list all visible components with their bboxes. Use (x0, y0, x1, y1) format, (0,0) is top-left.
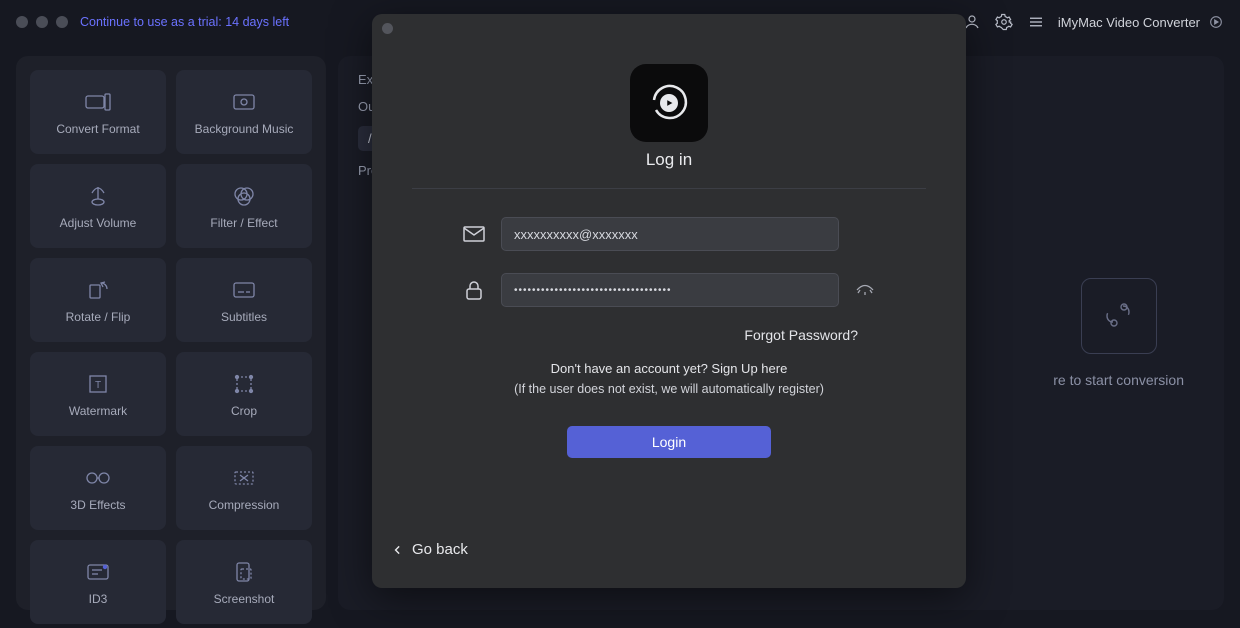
tile-subtitles[interactable]: Subtitles (176, 258, 312, 342)
minimize-window-button[interactable] (36, 16, 48, 28)
drop-hint-text: re to start conversion (1053, 372, 1184, 388)
modal-close-button[interactable] (382, 23, 393, 34)
auto-register-note: (If the user does not exist, we will aut… (514, 382, 824, 396)
app-logo-icon (630, 64, 708, 142)
lock-icon (463, 279, 485, 301)
rotate-flip-icon (84, 276, 112, 304)
tile-label: Convert Format (56, 122, 139, 136)
trial-status-link[interactable]: Continue to use as a trial: 14 days left (80, 15, 289, 29)
drop-media-icon (1081, 278, 1157, 354)
tile-label: 3D Effects (70, 498, 125, 512)
tile-label: Watermark (69, 404, 127, 418)
tile-label: Background Music (195, 122, 294, 136)
tile-label: Subtitles (221, 310, 267, 324)
go-back-button[interactable]: Go back (392, 541, 468, 558)
convert-format-icon (84, 88, 112, 116)
crop-icon (230, 370, 258, 398)
tile-label: Rotate / Flip (66, 310, 131, 324)
modal-titlebar (372, 14, 966, 42)
divider (412, 188, 926, 189)
tile-convert-format[interactable]: Convert Format (30, 70, 166, 154)
close-window-button[interactable] (16, 16, 28, 28)
tile-label: Crop (231, 404, 257, 418)
email-icon (463, 223, 485, 245)
screenshot-icon (230, 558, 258, 586)
filter-effect-icon (230, 182, 258, 210)
3d-effects-icon (84, 464, 112, 492)
tile-crop[interactable]: Crop (176, 352, 312, 436)
tile-screenshot[interactable]: Screenshot (176, 540, 312, 624)
settings-icon[interactable] (994, 12, 1014, 32)
password-field[interactable] (501, 273, 839, 307)
tile-id3[interactable]: ID3 (30, 540, 166, 624)
login-modal: Log in Forgot Password? Don't have an ac… (372, 14, 966, 588)
maximize-window-button[interactable] (56, 16, 68, 28)
adjust-volume-icon (84, 182, 112, 210)
app-logo-icon (1208, 14, 1224, 30)
app-name: iMyMac Video Converter (1058, 15, 1200, 30)
tile-3d-effects[interactable]: 3D Effects (30, 446, 166, 530)
forgot-password-link[interactable]: Forgot Password? (744, 327, 858, 343)
tile-watermark[interactable]: T Watermark (30, 352, 166, 436)
toggle-password-visibility-icon[interactable] (855, 280, 875, 300)
login-title: Log in (646, 150, 692, 170)
tile-label: ID3 (89, 592, 108, 606)
compression-icon (230, 464, 258, 492)
email-field[interactable] (501, 217, 839, 251)
tile-label: Compression (209, 498, 280, 512)
signup-prompt[interactable]: Don't have an account yet? Sign Up here (551, 361, 788, 376)
tile-compression[interactable]: Compression (176, 446, 312, 530)
svg-text:T: T (95, 380, 101, 391)
tile-label: Adjust Volume (60, 216, 137, 230)
tile-label: Screenshot (214, 592, 275, 606)
tile-adjust-volume[interactable]: Adjust Volume (30, 164, 166, 248)
login-button[interactable]: Login (567, 426, 771, 458)
sidebar: Convert Format Background Music Adjust V… (16, 56, 326, 610)
tile-rotate-flip[interactable]: Rotate / Flip (30, 258, 166, 342)
subtitles-icon (230, 276, 258, 304)
tile-filter-effect[interactable]: Filter / Effect (176, 164, 312, 248)
id3-icon (84, 558, 112, 586)
drop-hint: re to start conversion (1053, 278, 1184, 388)
chevron-left-icon (392, 545, 402, 555)
tile-background-music[interactable]: Background Music (176, 70, 312, 154)
tile-label: Filter / Effect (210, 216, 277, 230)
go-back-label: Go back (412, 541, 468, 558)
watermark-icon: T (84, 370, 112, 398)
window-controls (16, 16, 68, 28)
menu-icon[interactable] (1026, 12, 1046, 32)
background-music-icon (230, 88, 258, 116)
